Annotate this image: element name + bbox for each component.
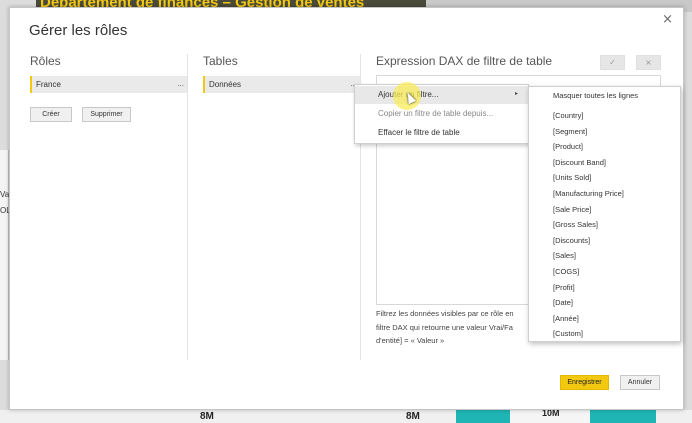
column-divider — [187, 54, 188, 360]
bottom-value: 8M — [406, 411, 420, 422]
role-item-france[interactable]: France ... — [30, 76, 187, 93]
submenu-item-column[interactable]: [Product] — [529, 139, 680, 155]
chevron-right-icon: ▸ — [514, 91, 518, 97]
help-line: Filtrez les données visibles par ce rôle… — [376, 309, 514, 318]
role-item-label: France — [36, 80, 61, 89]
submenu-item-column[interactable]: [Units Sold] — [529, 170, 680, 186]
dax-help-text: Filtrez les données visibles par ce rôle… — [376, 307, 528, 348]
discard-icon[interactable]: × — [636, 55, 661, 70]
submenu-item-column[interactable]: [Custom] — [529, 326, 680, 342]
table-item-donnees[interactable]: Données ... — [203, 76, 360, 93]
check-icon[interactable]: ✓ — [600, 55, 625, 70]
role-more-icon[interactable]: ... — [177, 79, 184, 88]
submenu-item-column[interactable]: [Date] — [529, 295, 680, 311]
help-line: filtre DAX qui retourne une valeur Vrai/… — [376, 322, 513, 332]
submenu-item-column[interactable]: [Année] — [529, 311, 680, 327]
menu-item-copy-filter[interactable]: Copier un filtre de table depuis... — [355, 105, 528, 123]
submenu-item-column[interactable]: [Discounts] — [529, 233, 680, 249]
help-line: d'entité] = « Valeur » — [376, 336, 445, 345]
delete-role-button[interactable]: Supprimer — [82, 107, 131, 122]
submenu-item-column[interactable]: [Profit] — [529, 280, 680, 296]
submenu-item-column[interactable]: [COGS] — [529, 264, 680, 280]
submenu-item-column[interactable]: [Manufacturing Price] — [529, 186, 680, 202]
submenu-item-column[interactable]: [Country] — [529, 108, 680, 124]
submenu-item-column[interactable]: [Segment] — [529, 124, 680, 140]
create-role-button[interactable]: Créer — [30, 107, 72, 122]
dax-expression-heading: Expression DAX de filtre de table — [376, 54, 553, 68]
menu-item-clear-filter[interactable]: Effacer le filtre de table — [355, 124, 528, 142]
left-visual-strip: Va OL — [0, 150, 11, 360]
submenu-item-column[interactable]: [Sale Price] — [529, 202, 680, 218]
left-strip-text: Va — [0, 190, 10, 199]
add-filter-submenu: Masquer toutes les lignes [Country] [Seg… — [528, 86, 681, 342]
cancel-button[interactable]: Annuler — [620, 375, 660, 390]
save-button[interactable]: Enregistrer — [560, 375, 609, 390]
bottom-value: 8M — [200, 411, 214, 422]
menu-item-add-filter[interactable]: Ajouter un filtre... ▸ — [355, 86, 528, 104]
submenu-item-column[interactable]: [Discount Band] — [529, 155, 680, 171]
tables-heading: Tables — [203, 54, 238, 68]
dialog-title: Gérer les rôles — [29, 22, 128, 39]
table-item-label: Données — [209, 80, 242, 89]
submenu-item-column[interactable]: [Gross Sales] — [529, 217, 680, 233]
submenu-item-hide-all-rows[interactable]: Masquer toutes les lignes — [529, 88, 680, 104]
roles-heading: Rôles — [30, 54, 61, 68]
submenu-item-column[interactable]: [Sales] — [529, 248, 680, 264]
close-icon[interactable]: × — [662, 12, 673, 27]
table-context-menu: Ajouter un filtre... ▸ Copier un filtre … — [354, 84, 529, 144]
